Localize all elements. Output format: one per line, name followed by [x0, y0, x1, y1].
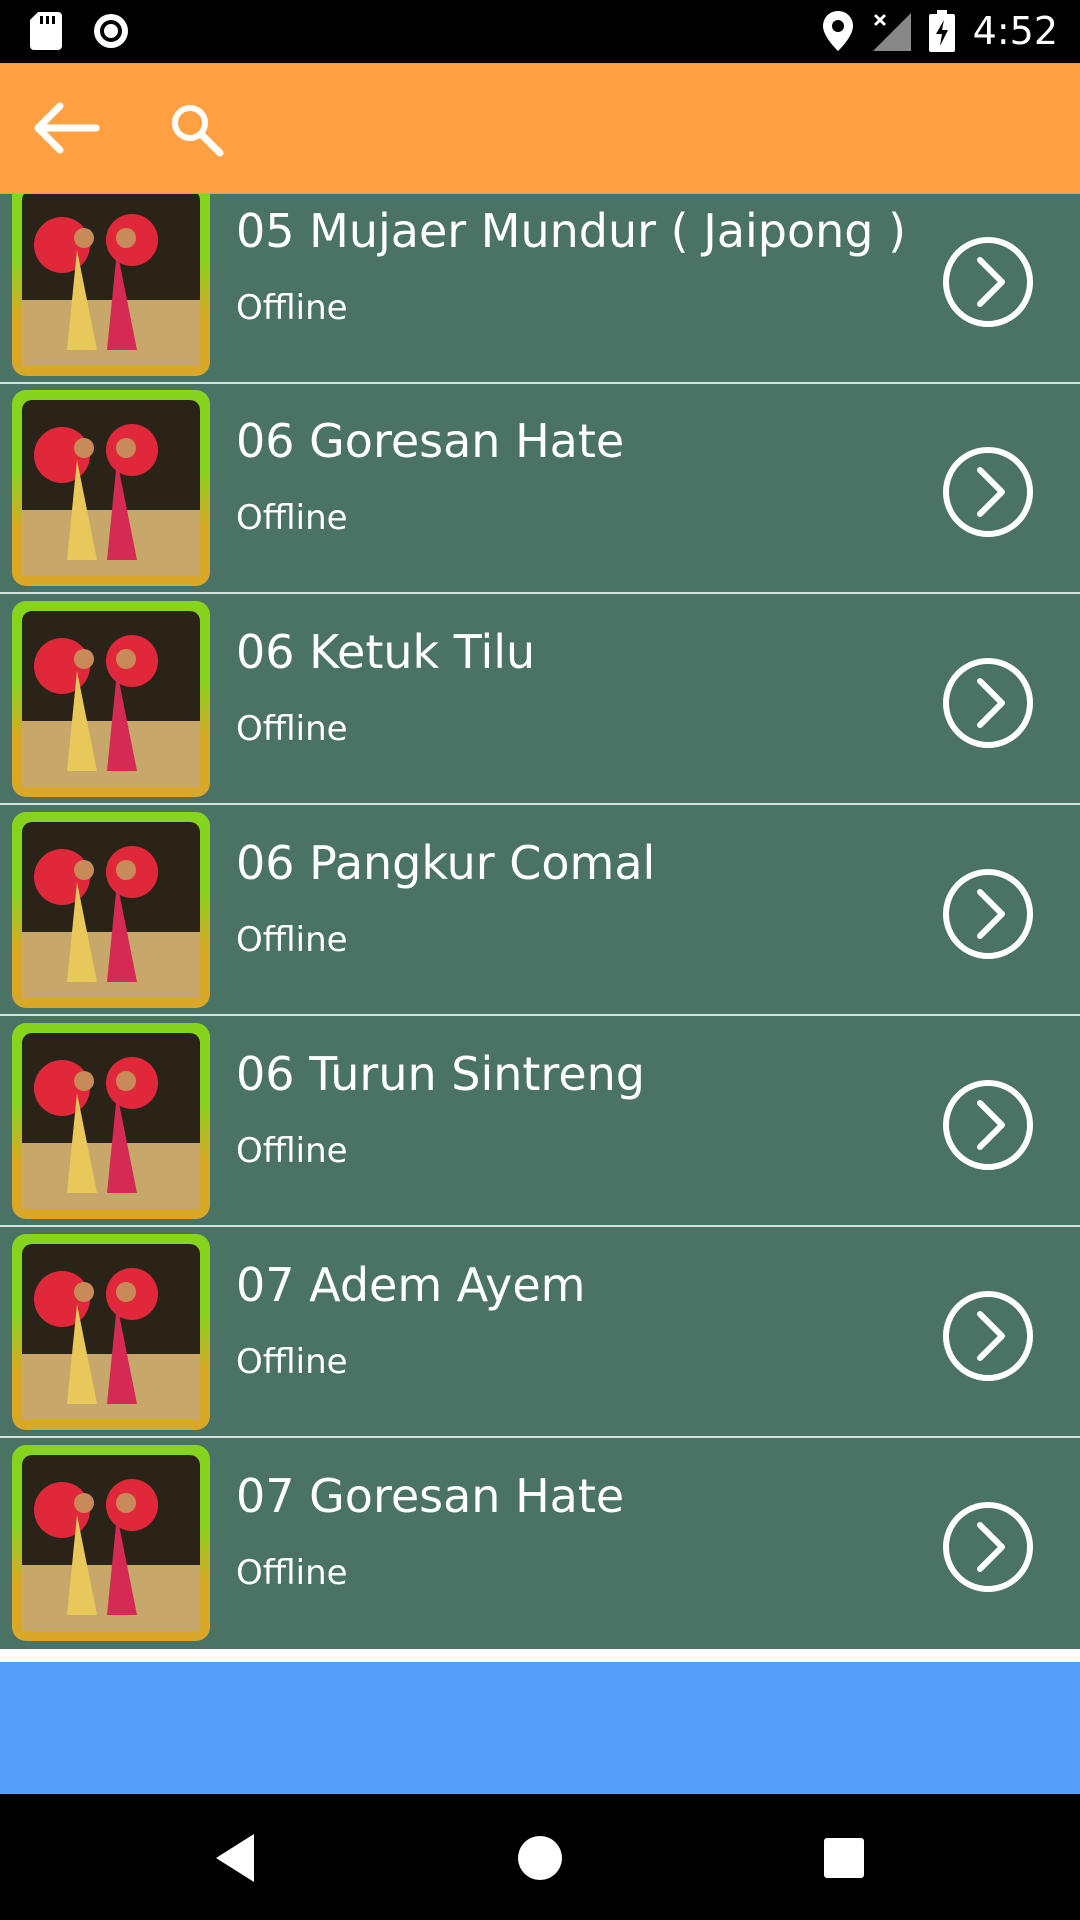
ad-banner[interactable] [0, 1662, 1080, 1794]
chevron-right-circle-icon[interactable] [940, 866, 1036, 962]
song-title: 07 Goresan Hate [236, 1469, 625, 1523]
divider [0, 1649, 1080, 1662]
song-status: Offline [236, 288, 348, 328]
song-status: Offline [236, 1342, 348, 1382]
song-thumbnail [12, 812, 210, 1008]
song-thumbnail [12, 1234, 210, 1430]
list-item[interactable]: 07 Adem Ayem Offline [0, 1228, 1080, 1438]
song-status: Offline [236, 498, 348, 538]
chevron-right-circle-icon[interactable] [940, 1288, 1036, 1384]
list-item[interactable]: 06 Pangkur Comal Offline [0, 806, 1080, 1016]
nav-back-icon[interactable] [206, 1828, 266, 1888]
location-icon [822, 11, 853, 51]
song-title: 06 Pangkur Comal [236, 836, 656, 890]
song-status: Offline [236, 709, 348, 749]
back-arrow-icon[interactable] [30, 98, 100, 158]
chevron-right-circle-icon[interactable] [940, 1077, 1036, 1173]
list-item[interactable]: 06 Turun Sintreng Offline [0, 1017, 1080, 1227]
song-title: 06 Ketuk Tilu [236, 625, 536, 679]
navigation-bar [0, 1794, 1080, 1920]
status-bar: 4:52 [0, 0, 1080, 63]
list-item[interactable]: 06 Ketuk Tilu Offline [0, 595, 1080, 805]
song-title: 06 Goresan Hate [236, 414, 625, 468]
nav-recents-icon[interactable] [814, 1828, 874, 1888]
song-thumbnail [12, 601, 210, 797]
song-thumbnail [12, 1445, 210, 1641]
song-thumbnail [12, 390, 210, 586]
search-icon[interactable] [168, 101, 224, 157]
chevron-right-circle-icon[interactable] [940, 655, 1036, 751]
list-item[interactable]: 07 Goresan Hate Offline [0, 1439, 1080, 1649]
record-icon [94, 14, 128, 48]
nav-home-icon[interactable] [510, 1828, 570, 1888]
song-thumbnail [12, 194, 210, 376]
chevron-right-circle-icon[interactable] [940, 1499, 1036, 1595]
song-list: 05 Mujaer Mundur ( Jaipong ) Offline 06 … [0, 194, 1080, 1649]
song-title: 06 Turun Sintreng [236, 1047, 645, 1101]
song-status: Offline [236, 1131, 348, 1171]
list-item[interactable]: 06 Goresan Hate Offline [0, 384, 1080, 594]
battery-icon [928, 10, 955, 52]
song-status: Offline [236, 1553, 348, 1593]
list-item[interactable]: 05 Mujaer Mundur ( Jaipong ) Offline [0, 194, 1080, 384]
clock: 4:52 [972, 9, 1058, 53]
chevron-right-circle-icon[interactable] [940, 234, 1036, 330]
song-title: 05 Mujaer Mundur ( Jaipong ) [236, 204, 907, 258]
sd-card-icon [30, 12, 62, 50]
chevron-right-circle-icon[interactable] [940, 444, 1036, 540]
song-status: Offline [236, 920, 348, 960]
app-bar [0, 63, 1080, 194]
signal-icon [872, 13, 911, 51]
song-thumbnail [12, 1023, 210, 1219]
song-title: 07 Adem Ayem [236, 1258, 586, 1312]
